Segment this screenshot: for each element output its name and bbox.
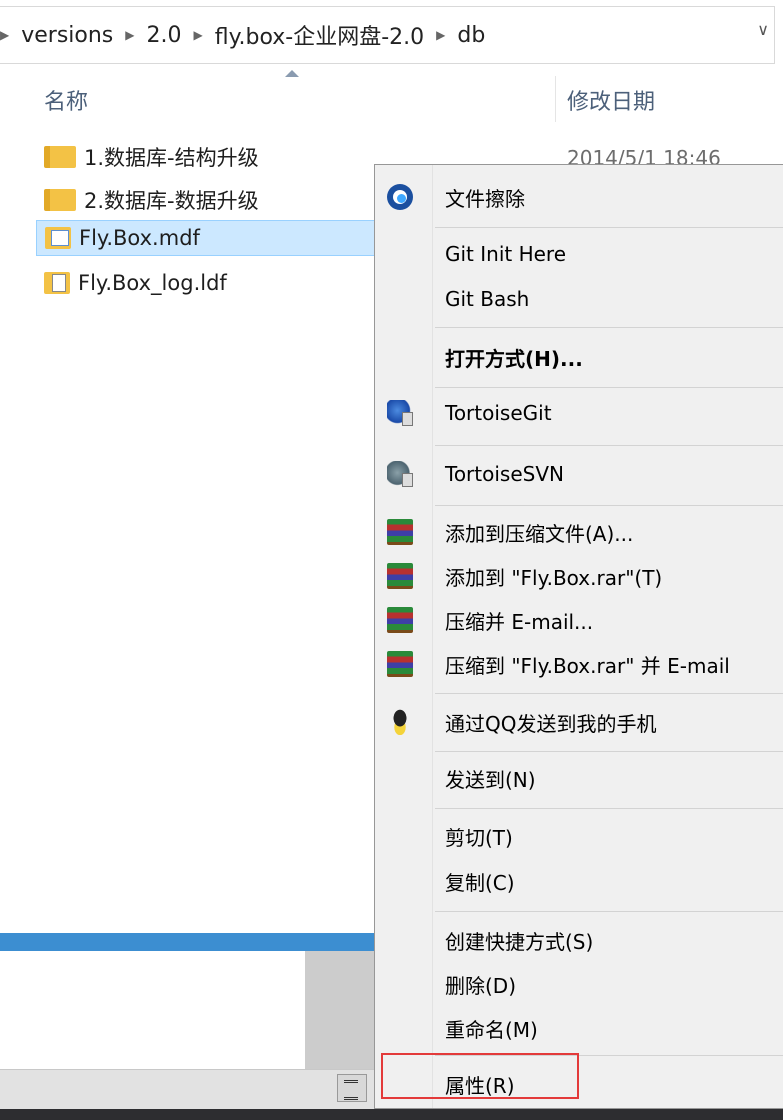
file-name: Fly.Box_log.ldf — [78, 271, 227, 295]
file-name: 2.数据库-数据升级 — [84, 189, 259, 213]
address-bar[interactable]: ▶ versions ▶ 2.0 ▶ fly.box-企业网盘-2.0 ▶ db… — [0, 0, 783, 66]
menu-separator — [435, 445, 783, 446]
menu-item-label: Git Bash — [445, 287, 530, 311]
menu-item-label: 发送到(N) — [445, 767, 536, 792]
menu-item-add-to-rar[interactable]: 添加到 "Fly.Box.rar"(T) — [375, 554, 783, 598]
status-bar — [0, 1069, 378, 1110]
sort-ascending-icon — [285, 70, 299, 77]
menu-separator — [435, 693, 783, 694]
breadcrumb-separator-icon[interactable]: ▶ — [125, 28, 134, 42]
breadcrumb-item-2-0[interactable]: 2.0 — [147, 23, 182, 48]
menu-separator — [435, 911, 783, 912]
menu-item-label: 删除(D) — [445, 973, 517, 998]
file-name: Fly.Box.mdf — [79, 226, 200, 250]
menu-item-tortoisesvn[interactable]: TortoiseSVN — [375, 452, 783, 496]
menu-item-git-init[interactable]: Git Init Here — [375, 232, 783, 276]
menu-item-label: 压缩并 E-mail... — [445, 609, 594, 634]
chevron-down-icon[interactable]: ∨ — [757, 20, 769, 39]
menu-item-label: 剪切(T) — [445, 825, 513, 850]
highlight-box — [381, 1053, 579, 1099]
menu-item-delete[interactable]: 删除(D) — [375, 962, 783, 1006]
menu-item-label: 添加到 "Fly.Box.rar"(T) — [445, 565, 663, 590]
menu-item-label: 复制(C) — [445, 870, 515, 895]
mdf-file-icon — [45, 227, 71, 249]
menu-separator — [435, 808, 783, 809]
folder-icon — [44, 146, 76, 168]
column-divider[interactable] — [555, 76, 556, 122]
tortoisesvn-icon — [387, 461, 413, 487]
winrar-icon — [387, 519, 413, 545]
breadcrumb[interactable]: ▶ versions ▶ 2.0 ▶ fly.box-企业网盘-2.0 ▶ db — [0, 6, 775, 64]
breadcrumb-item-versions[interactable]: versions — [21, 23, 113, 48]
menu-separator — [435, 227, 783, 228]
pane-divider-bar[interactable] — [0, 933, 378, 951]
breadcrumb-separator-icon[interactable]: ▶ — [194, 28, 203, 42]
menu-item-cut[interactable]: 剪切(T) — [375, 814, 783, 858]
menu-item-send-to[interactable]: 发送到(N) — [375, 756, 783, 800]
details-view-icon[interactable] — [337, 1074, 367, 1102]
menu-item-copy[interactable]: 复制(C) — [375, 859, 783, 903]
ldf-file-icon — [44, 272, 70, 294]
menu-item-label: 重命名(M) — [445, 1017, 538, 1042]
file-name: 1.数据库-结构升级 — [84, 146, 259, 170]
menu-item-label: Git Init Here — [445, 242, 567, 266]
qq-penguin-icon — [387, 709, 413, 735]
menu-item-label: 通过QQ发送到我的手机 — [445, 711, 657, 736]
file-row-folder-2[interactable]: 2.数据库-数据升级 — [36, 182, 366, 218]
column-header-date-modified[interactable]: 修改日期 — [567, 84, 655, 116]
breadcrumb-item-flybox[interactable]: fly.box-企业网盘-2.0 — [215, 19, 424, 51]
file-row-folder-1[interactable]: 1.数据库-结构升级 — [36, 139, 366, 175]
menu-item-label: TortoiseGit — [445, 401, 552, 425]
folder-icon — [44, 189, 76, 211]
menu-item-compress-rar-email[interactable]: 压缩到 "Fly.Box.rar" 并 E-mail — [375, 642, 783, 686]
file-erase-icon — [387, 184, 413, 210]
column-header-name[interactable]: 名称 — [44, 84, 88, 116]
context-menu: 文件擦除 Git Init Here Git Bash 打开方式(H)... T… — [374, 164, 783, 1109]
taskbar-edge — [0, 1109, 783, 1120]
menu-separator — [435, 505, 783, 506]
menu-item-open-with[interactable]: 打开方式(H)... — [375, 335, 783, 379]
menu-item-label: 打开方式(H)... — [445, 346, 583, 371]
menu-item-label: 文件擦除 — [445, 186, 525, 211]
winrar-icon — [387, 563, 413, 589]
details-pane — [0, 951, 305, 1069]
breadcrumb-item-db[interactable]: db — [457, 23, 485, 48]
menu-item-label: 添加到压缩文件(A)... — [445, 521, 634, 546]
breadcrumb-separator-icon[interactable]: ▶ — [436, 28, 445, 42]
menu-item-qq-send[interactable]: 通过QQ发送到我的手机 — [375, 700, 783, 744]
menu-item-label: TortoiseSVN — [445, 462, 564, 486]
menu-separator — [435, 327, 783, 328]
tortoisegit-icon — [387, 400, 413, 426]
breadcrumb-separator-icon: ▶ — [0, 28, 10, 42]
menu-item-file-erase[interactable]: 文件擦除 — [375, 175, 783, 219]
menu-item-compress-email[interactable]: 压缩并 E-mail... — [375, 598, 783, 642]
file-row-ldf[interactable]: Fly.Box_log.ldf — [36, 265, 366, 301]
menu-item-create-shortcut[interactable]: 创建快捷方式(S) — [375, 918, 783, 962]
menu-item-label: 创建快捷方式(S) — [445, 929, 594, 954]
menu-separator — [435, 387, 783, 388]
menu-item-add-to-archive[interactable]: 添加到压缩文件(A)... — [375, 510, 783, 554]
winrar-icon — [387, 607, 413, 633]
details-pane-gray — [305, 951, 378, 1069]
winrar-icon — [387, 651, 413, 677]
menu-item-git-bash[interactable]: Git Bash — [375, 277, 783, 321]
file-row-mdf[interactable]: Fly.Box.mdf — [36, 220, 378, 256]
menu-separator — [435, 751, 783, 752]
menu-item-rename[interactable]: 重命名(M) — [375, 1006, 783, 1050]
menu-item-tortoisegit[interactable]: TortoiseGit — [375, 391, 783, 435]
menu-item-label: 压缩到 "Fly.Box.rar" 并 E-mail — [445, 653, 730, 678]
